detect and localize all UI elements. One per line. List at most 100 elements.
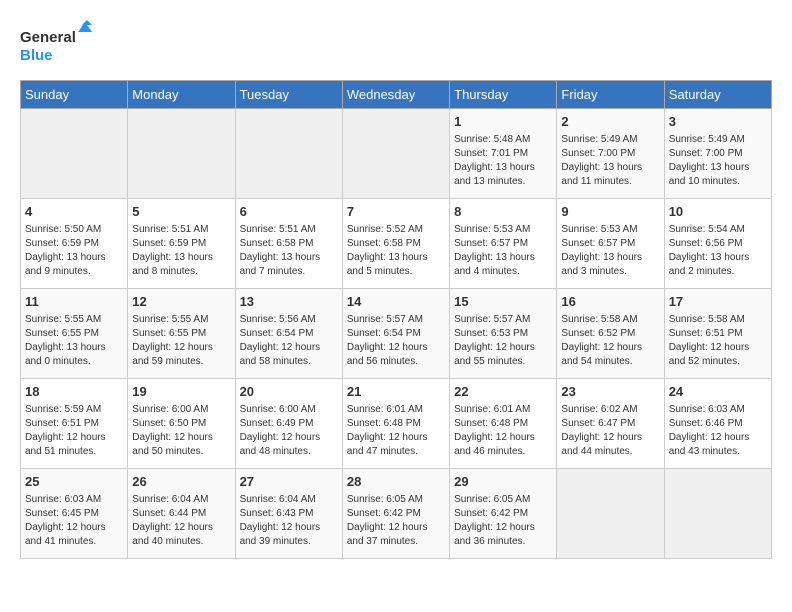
calendar-cell: 19 Sunrise: 6:00 AM Sunset: 6:50 PM Dayli…	[128, 379, 235, 469]
logo: General Blue	[20, 20, 100, 70]
logo-svg: General Blue	[20, 20, 100, 70]
day-info: Sunrise: 6:01 AM Sunset: 6:48 PM Dayligh…	[347, 403, 445, 459]
day-info: Sunrise: 6:04 AM Sunset: 6:43 PM Dayligh…	[240, 493, 338, 549]
weekday-header: Friday	[557, 81, 664, 109]
calendar-cell: 23 Sunrise: 6:02 AM Sunset: 6:47 PM Dayli…	[557, 379, 664, 469]
calendar-cell: 11 Sunrise: 5:55 AM Sunset: 6:55 PM Dayli…	[21, 289, 128, 379]
calendar-cell	[664, 469, 771, 559]
calendar-cell: 29 Sunrise: 6:05 AM Sunset: 6:42 PM Dayli…	[450, 469, 557, 559]
day-number: 26	[132, 473, 230, 491]
weekday-header: Sunday	[21, 81, 128, 109]
day-info: Sunrise: 5:58 AM Sunset: 6:51 PM Dayligh…	[669, 313, 767, 369]
day-info: Sunrise: 5:57 AM Sunset: 6:54 PM Dayligh…	[347, 313, 445, 369]
calendar-week-row: 4 Sunrise: 5:50 AM Sunset: 6:59 PM Daylig…	[21, 199, 772, 289]
day-number: 5	[132, 203, 230, 221]
day-info: Sunrise: 6:01 AM Sunset: 6:48 PM Dayligh…	[454, 403, 552, 459]
day-number: 28	[347, 473, 445, 491]
day-info: Sunrise: 5:54 AM Sunset: 6:56 PM Dayligh…	[669, 223, 767, 279]
day-info: Sunrise: 5:59 AM Sunset: 6:51 PM Dayligh…	[25, 403, 123, 459]
day-number: 11	[25, 293, 123, 311]
day-number: 6	[240, 203, 338, 221]
day-number: 22	[454, 383, 552, 401]
day-number: 12	[132, 293, 230, 311]
day-info: Sunrise: 6:00 AM Sunset: 6:49 PM Dayligh…	[240, 403, 338, 459]
day-info: Sunrise: 5:56 AM Sunset: 6:54 PM Dayligh…	[240, 313, 338, 369]
day-number: 19	[132, 383, 230, 401]
day-number: 7	[347, 203, 445, 221]
day-number: 25	[25, 473, 123, 491]
calendar-cell: 26 Sunrise: 6:04 AM Sunset: 6:44 PM Dayli…	[128, 469, 235, 559]
weekday-header: Wednesday	[342, 81, 449, 109]
day-info: Sunrise: 5:55 AM Sunset: 6:55 PM Dayligh…	[132, 313, 230, 369]
day-number: 20	[240, 383, 338, 401]
calendar-week-row: 18Sunrise: 5:59 AM Sunset: 6:51 PM Dayli…	[21, 379, 772, 469]
day-info: Sunrise: 5:57 AM Sunset: 6:53 PM Dayligh…	[454, 313, 552, 369]
calendar-week-row: 1 Sunrise: 5:48 AM Sunset: 7:01 PM Daylig…	[21, 109, 772, 199]
day-info: Sunrise: 5:49 AM Sunset: 7:00 PM Dayligh…	[561, 133, 659, 189]
day-info: Sunrise: 6:03 AM Sunset: 6:45 PM Dayligh…	[25, 493, 123, 549]
day-info: Sunrise: 5:55 AM Sunset: 6:55 PM Dayligh…	[25, 313, 123, 369]
day-info: Sunrise: 5:48 AM Sunset: 7:01 PM Dayligh…	[454, 133, 552, 189]
calendar-cell: 21 Sunrise: 6:01 AM Sunset: 6:48 PM Dayli…	[342, 379, 449, 469]
day-number: 13	[240, 293, 338, 311]
day-number: 8	[454, 203, 552, 221]
calendar-cell: 4 Sunrise: 5:50 AM Sunset: 6:59 PM Daylig…	[21, 199, 128, 289]
calendar-cell	[21, 109, 128, 199]
weekday-header: Thursday	[450, 81, 557, 109]
day-info: Sunrise: 6:00 AM Sunset: 6:50 PM Dayligh…	[132, 403, 230, 459]
svg-text:General: General	[20, 29, 76, 46]
day-info: Sunrise: 5:50 AM Sunset: 6:59 PM Dayligh…	[25, 223, 123, 279]
day-info: Sunrise: 6:05 AM Sunset: 6:42 PM Dayligh…	[454, 493, 552, 549]
calendar-table: SundayMondayTuesdayWednesdayThursdayFrid…	[20, 80, 772, 559]
day-number: 14	[347, 293, 445, 311]
weekday-header: Saturday	[664, 81, 771, 109]
calendar-cell	[235, 109, 342, 199]
calendar-week-row: 25 Sunrise: 6:03 AM Sunset: 6:45 PM Dayli…	[21, 469, 772, 559]
day-info: Sunrise: 5:52 AM Sunset: 6:58 PM Dayligh…	[347, 223, 445, 279]
day-number: 29	[454, 473, 552, 491]
calendar-cell: 28 Sunrise: 6:05 AM Sunset: 6:42 PM Dayli…	[342, 469, 449, 559]
day-number: 1	[454, 113, 552, 131]
calendar-cell	[342, 109, 449, 199]
day-info: Sunrise: 5:53 AM Sunset: 6:57 PM Dayligh…	[561, 223, 659, 279]
day-info: Sunrise: 6:05 AM Sunset: 6:42 PM Dayligh…	[347, 493, 445, 549]
calendar-cell: 3Sunrise: 5:49 AM Sunset: 7:00 PM Daylig…	[664, 109, 771, 199]
calendar-cell: 25 Sunrise: 6:03 AM Sunset: 6:45 PM Dayli…	[21, 469, 128, 559]
calendar-cell: 9 Sunrise: 5:53 AM Sunset: 6:57 PM Daylig…	[557, 199, 664, 289]
day-number: 15	[454, 293, 552, 311]
calendar-cell: 20 Sunrise: 6:00 AM Sunset: 6:49 PM Dayli…	[235, 379, 342, 469]
calendar-cell: 10Sunrise: 5:54 AM Sunset: 6:56 PM Dayli…	[664, 199, 771, 289]
day-number: 21	[347, 383, 445, 401]
calendar-cell: 22 Sunrise: 6:01 AM Sunset: 6:48 PM Dayli…	[450, 379, 557, 469]
calendar-cell: 6 Sunrise: 5:51 AM Sunset: 6:58 PM Daylig…	[235, 199, 342, 289]
calendar-cell: 13 Sunrise: 5:56 AM Sunset: 6:54 PM Dayli…	[235, 289, 342, 379]
day-info: Sunrise: 6:02 AM Sunset: 6:47 PM Dayligh…	[561, 403, 659, 459]
day-number: 17	[669, 293, 767, 311]
day-number: 9	[561, 203, 659, 221]
calendar-cell: 27 Sunrise: 6:04 AM Sunset: 6:43 PM Dayli…	[235, 469, 342, 559]
day-info: Sunrise: 5:51 AM Sunset: 6:58 PM Dayligh…	[240, 223, 338, 279]
calendar-cell: 12 Sunrise: 5:55 AM Sunset: 6:55 PM Dayli…	[128, 289, 235, 379]
day-number: 4	[25, 203, 123, 221]
calendar-cell: 1 Sunrise: 5:48 AM Sunset: 7:01 PM Daylig…	[450, 109, 557, 199]
calendar-cell: 17 Sunrise: 5:58 AM Sunset: 6:51 PM Dayli…	[664, 289, 771, 379]
day-info: Sunrise: 5:58 AM Sunset: 6:52 PM Dayligh…	[561, 313, 659, 369]
day-number: 27	[240, 473, 338, 491]
calendar-week-row: 11 Sunrise: 5:55 AM Sunset: 6:55 PM Dayli…	[21, 289, 772, 379]
day-number: 16	[561, 293, 659, 311]
calendar-cell: 15 Sunrise: 5:57 AM Sunset: 6:53 PM Dayli…	[450, 289, 557, 379]
weekday-header: Tuesday	[235, 81, 342, 109]
day-number: 2	[561, 113, 659, 131]
calendar-cell: 18Sunrise: 5:59 AM Sunset: 6:51 PM Dayli…	[21, 379, 128, 469]
calendar-cell: 7 Sunrise: 5:52 AM Sunset: 6:58 PM Daylig…	[342, 199, 449, 289]
day-info: Sunrise: 5:51 AM Sunset: 6:59 PM Dayligh…	[132, 223, 230, 279]
svg-text:Blue: Blue	[20, 47, 53, 64]
day-info: Sunrise: 5:49 AM Sunset: 7:00 PM Dayligh…	[669, 133, 767, 189]
weekday-header: Monday	[128, 81, 235, 109]
day-number: 23	[561, 383, 659, 401]
calendar-cell: 16 Sunrise: 5:58 AM Sunset: 6:52 PM Dayli…	[557, 289, 664, 379]
day-info: Sunrise: 5:53 AM Sunset: 6:57 PM Dayligh…	[454, 223, 552, 279]
calendar-cell: 14 Sunrise: 5:57 AM Sunset: 6:54 PM Dayli…	[342, 289, 449, 379]
calendar-cell	[128, 109, 235, 199]
day-info: Sunrise: 6:04 AM Sunset: 6:44 PM Dayligh…	[132, 493, 230, 549]
